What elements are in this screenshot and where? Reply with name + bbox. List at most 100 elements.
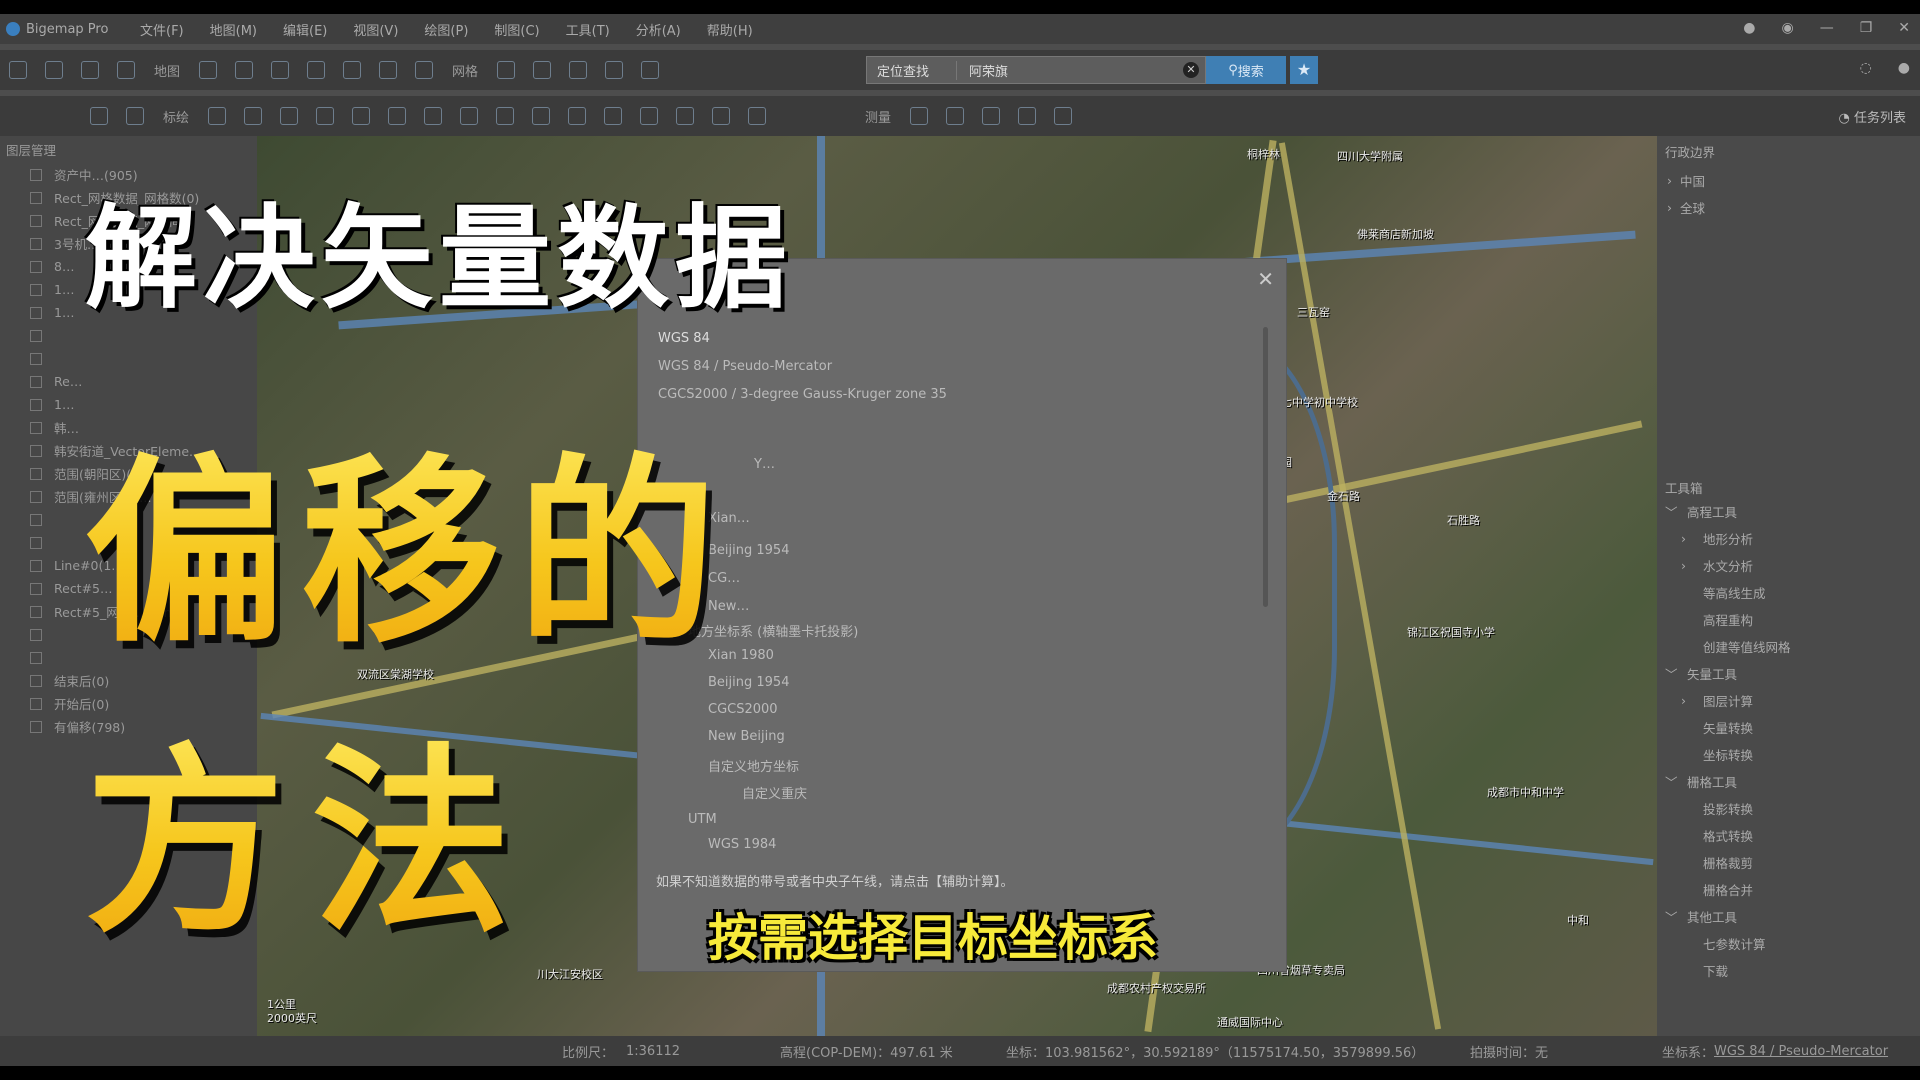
route-icon[interactable] [640,107,659,125]
tool-item[interactable]: › 地形分析 [1657,525,1920,552]
crs-option[interactable]: WGS 84 / Pseudo-Mercator [658,359,832,374]
close-icon[interactable]: ✕ [1898,20,1910,36]
layer-checkbox[interactable] [30,651,42,664]
measure-area-icon[interactable] [1018,107,1037,125]
measure-angle-icon[interactable] [1054,107,1073,125]
layer-checkbox[interactable] [30,674,42,687]
tool-item[interactable]: 七参数计算 [1657,930,1920,957]
dialog-scrollbar[interactable] [1263,327,1268,607]
clear-search-icon[interactable]: ✕ [1183,62,1199,78]
tool-item[interactable]: 投影转换 [1657,795,1920,822]
layer-checkbox[interactable] [30,444,42,457]
menu-analysis[interactable]: 分析(A) [636,20,681,39]
layer-checkbox[interactable] [30,352,42,365]
grid4-icon[interactable] [605,61,624,79]
tool-item[interactable]: ﹀ 高程工具 [1657,498,1920,525]
new-icon[interactable] [9,61,27,79]
crs-option[interactable]: WGS 84 [658,331,710,346]
crs-value-link[interactable]: WGS 84 / Pseudo-Mercator [1714,1044,1888,1059]
admin-item-global[interactable]: › 全球 [1657,194,1920,221]
scale-select[interactable]: 1:36112 [626,1044,680,1059]
select-icon[interactable] [90,107,108,125]
zoom-in-icon[interactable] [307,61,326,79]
layer-checkbox[interactable] [30,582,42,595]
arrow-icon[interactable] [604,107,623,125]
triangle-icon[interactable] [496,107,515,125]
tool-item[interactable]: ﹀ 其他工具 [1657,903,1920,930]
menu-draw[interactable]: 绘图(P) [424,20,468,39]
crs-option[interactable]: WGS 1984 [708,837,776,852]
rectangle-icon[interactable] [316,107,335,125]
status-icon[interactable]: ● [1898,60,1910,76]
menu-tools[interactable]: 工具(T) [566,20,610,39]
layer-checkbox[interactable] [30,329,42,342]
fit-icon[interactable] [379,61,398,79]
save-icon[interactable] [81,61,99,79]
tool-item[interactable]: ﹀ 栅格工具 [1657,768,1920,795]
menu-file[interactable]: 文件(F) [140,20,184,39]
crs-option[interactable]: CGCS2000 [708,702,778,717]
eraser-icon[interactable] [352,107,371,125]
grid3-icon[interactable] [569,61,588,79]
maximize-icon[interactable]: ❐ [1860,20,1873,36]
tool-item[interactable]: 栅格裁剪 [1657,849,1920,876]
crs-option[interactable]: New Beijing [708,729,785,744]
open-icon[interactable] [45,61,63,79]
square-icon[interactable] [388,107,407,125]
tool-item[interactable]: 坐标转换 [1657,741,1920,768]
layer-checkbox[interactable] [30,260,42,273]
circle-icon[interactable] [460,107,479,125]
layer-checkbox[interactable] [30,628,42,641]
layer-checkbox[interactable] [30,697,42,710]
measure-point-icon[interactable] [910,107,929,125]
admin-item-china[interactable]: › 中国 [1657,167,1920,194]
search-mode-select[interactable]: 定位查找 [867,60,957,80]
menu-cartography[interactable]: 制图(C) [494,20,539,39]
notification-icon[interactable]: ● [1743,20,1755,36]
layer-checkbox[interactable] [30,513,42,526]
layer-checkbox[interactable] [30,536,42,549]
menu-view[interactable]: 视图(V) [353,20,398,39]
layer-checkbox[interactable] [30,306,42,319]
undo-icon[interactable] [676,107,695,125]
tool-item[interactable]: 高程重构 [1657,606,1920,633]
favorite-button[interactable]: ★ [1290,56,1318,84]
menu-map[interactable]: 地图(M) [210,20,257,39]
text-icon[interactable] [568,107,587,125]
layer-checkbox[interactable] [30,375,42,388]
refresh-icon[interactable]: ◌ [1860,60,1872,76]
search-input[interactable]: 定位查找 阿荣旗 ✕ [866,56,1206,84]
crs-option[interactable]: 自定义地方坐标 [708,756,799,775]
crs-option[interactable]: Y… [754,457,775,472]
layer-checkbox[interactable] [30,237,42,250]
clear-icon[interactable] [748,107,767,125]
tool-item[interactable]: 创建等值线网格 [1657,633,1920,660]
menu-edit[interactable]: 编辑(E) [283,20,327,39]
crs-option[interactable]: 自定义重庆 [742,783,807,802]
layer-icon[interactable] [117,61,135,79]
basemap3-icon[interactable] [271,61,290,79]
measure-height-icon[interactable] [982,107,1001,125]
zoom-out-icon[interactable] [343,61,362,79]
layer-checkbox[interactable] [30,467,42,480]
tool-item[interactable]: 矢量转换 [1657,714,1920,741]
crs-option[interactable]: UTM [688,812,717,827]
measure-distance-icon[interactable] [946,107,965,125]
basemap-icon[interactable] [199,61,218,79]
layer-checkbox[interactable] [30,720,42,733]
avatar[interactable]: ◉ [1781,20,1793,36]
marker-icon[interactable] [208,107,227,125]
grid5-icon[interactable] [641,61,660,79]
tool-item[interactable]: 栅格合并 [1657,876,1920,903]
layer-checkbox[interactable] [30,559,42,572]
fullscreen-icon[interactable] [415,61,434,79]
layer-checkbox[interactable] [30,214,42,227]
line-icon[interactable] [244,107,263,125]
layer-checkbox[interactable] [30,191,42,204]
tool-item[interactable]: 等高线生成 [1657,579,1920,606]
polyline-icon[interactable] [280,107,299,125]
layer-checkbox[interactable] [30,283,42,296]
grid2-icon[interactable] [533,61,552,79]
redo-icon[interactable] [712,107,731,125]
dialog-close-icon[interactable]: ✕ [1257,267,1274,291]
